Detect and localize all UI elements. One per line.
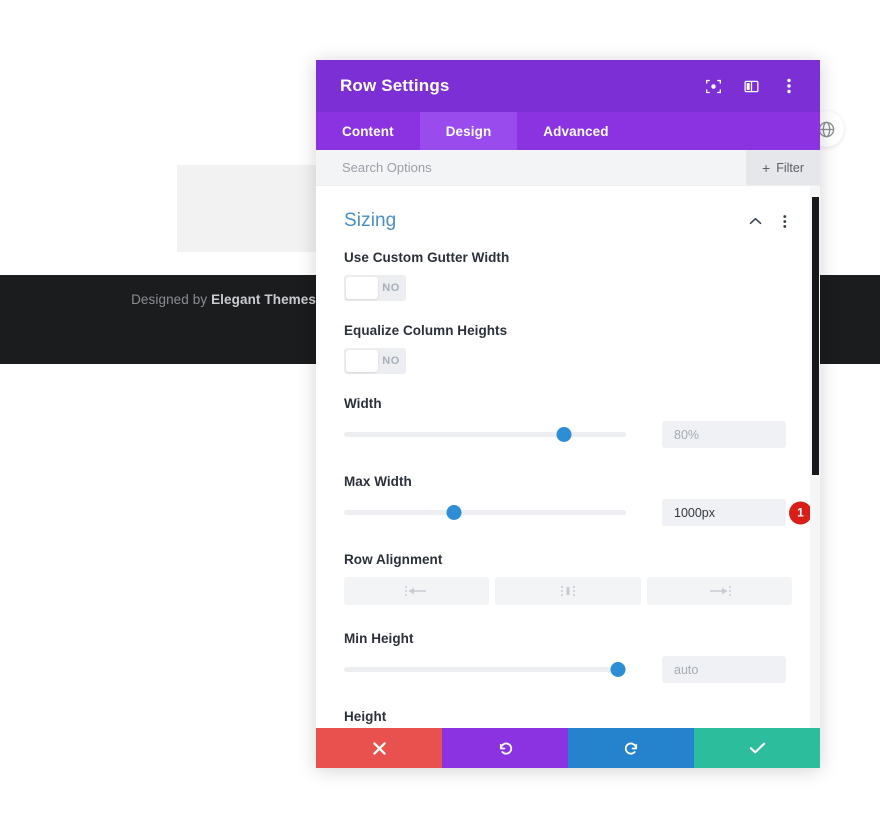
modal-tabs: Content Design Advanced bbox=[316, 112, 820, 150]
field-label: Row Alignment bbox=[344, 552, 443, 567]
page-footer-credit-brand: Elegant Themes bbox=[211, 292, 316, 307]
page-footer-credit-prefix: Designed by bbox=[131, 292, 212, 307]
section-kebab-menu-icon[interactable] bbox=[778, 214, 792, 228]
close-x-icon bbox=[372, 741, 386, 755]
undo-icon bbox=[499, 742, 512, 755]
field-label: Equalize Column Heights bbox=[344, 323, 508, 338]
field-label: Min Height bbox=[344, 631, 414, 646]
slider-track bbox=[344, 510, 626, 515]
scrollbar-thumb[interactable] bbox=[812, 197, 819, 475]
toggle-state-label: NO bbox=[382, 355, 400, 367]
field-equalize-column-heights: Equalize Column Heights NO bbox=[344, 323, 792, 374]
modal-title: Row Settings bbox=[340, 76, 450, 95]
checkmark-icon bbox=[749, 742, 765, 754]
modal-footer bbox=[316, 728, 820, 768]
toggle-use-custom-gutter-width[interactable]: NO bbox=[344, 275, 406, 301]
scrollbar-track[interactable] bbox=[810, 186, 820, 728]
save-button[interactable] bbox=[694, 728, 820, 768]
align-right-icon bbox=[710, 586, 732, 596]
field-label: Use Custom Gutter Width bbox=[344, 250, 510, 265]
max-width-slider[interactable] bbox=[344, 502, 626, 524]
tab-content[interactable]: Content bbox=[316, 112, 420, 150]
page-footer-credit: Designed by Elegant Themes bbox=[131, 292, 316, 307]
tab-design[interactable]: Design bbox=[419, 112, 518, 150]
align-center-button[interactable] bbox=[495, 577, 641, 605]
section-controls bbox=[748, 214, 792, 228]
status-badge: 1 bbox=[789, 501, 812, 524]
max-width-value: 1000px bbox=[674, 505, 716, 520]
filter-button[interactable]: + Filter bbox=[746, 150, 820, 185]
max-width-value-field[interactable]: 1000px 1 bbox=[662, 499, 812, 526]
filter-button-label: Filter bbox=[776, 160, 804, 175]
field-row-alignment: Row Alignment bbox=[344, 552, 792, 605]
toggle-knob bbox=[346, 350, 378, 372]
search-input[interactable] bbox=[316, 150, 746, 185]
modal-header-actions bbox=[704, 77, 798, 95]
tab-advanced[interactable]: Advanced bbox=[517, 112, 634, 150]
align-left-icon bbox=[404, 586, 426, 596]
field-label: Max Width bbox=[344, 474, 412, 489]
focus-target-icon[interactable] bbox=[704, 77, 722, 95]
align-left-button[interactable] bbox=[344, 577, 490, 605]
slider-track bbox=[344, 432, 626, 437]
field-max-width: Max Width 1000px 1 bbox=[344, 474, 812, 526]
slider-row: auto bbox=[344, 656, 792, 683]
plus-icon: + bbox=[762, 159, 771, 176]
field-label: Width bbox=[344, 396, 382, 411]
slider-row: 80% bbox=[344, 421, 792, 448]
search-bar: + Filter bbox=[316, 150, 820, 186]
align-right-button[interactable] bbox=[646, 577, 792, 605]
modal-header: Row Settings bbox=[316, 60, 820, 112]
redo-button[interactable] bbox=[568, 728, 694, 768]
row-settings-modal: Row Settings Content Design Advanced Sea… bbox=[316, 60, 820, 768]
section-title: Sizing bbox=[344, 210, 397, 231]
min-height-slider[interactable] bbox=[344, 659, 626, 681]
min-height-value: auto bbox=[674, 662, 699, 677]
field-use-custom-gutter-width: Use Custom Gutter Width NO bbox=[344, 250, 792, 301]
slider-track bbox=[344, 667, 626, 672]
slider-thumb[interactable] bbox=[610, 662, 626, 677]
redo-icon bbox=[624, 742, 637, 755]
row-alignment-group bbox=[344, 577, 792, 605]
field-label: Height bbox=[344, 709, 387, 724]
width-slider[interactable] bbox=[344, 424, 626, 446]
toggle-equalize-column-heights[interactable]: NO bbox=[344, 348, 406, 374]
field-width: Width 80% bbox=[344, 396, 792, 448]
sizing-section-header: Sizing bbox=[344, 186, 792, 250]
modal-body: Sizing Use Custom Gutter Width NO Equali… bbox=[316, 186, 820, 728]
slider-thumb[interactable] bbox=[446, 505, 462, 520]
screen-root: Designed by Elegant Themes Row Settings bbox=[0, 0, 880, 824]
kebab-menu-icon[interactable] bbox=[780, 77, 798, 95]
layout-columns-icon[interactable] bbox=[742, 77, 760, 95]
toggle-state-label: NO bbox=[382, 282, 400, 294]
align-center-icon bbox=[561, 586, 575, 596]
chevron-up-icon[interactable] bbox=[748, 214, 762, 228]
cancel-button[interactable] bbox=[316, 728, 442, 768]
slider-row: 1000px 1 bbox=[344, 499, 812, 526]
width-value: 80% bbox=[674, 427, 700, 442]
slider-thumb[interactable] bbox=[556, 427, 572, 442]
field-height: Height auto bbox=[344, 709, 792, 728]
width-value-field[interactable]: 80% bbox=[662, 421, 786, 448]
field-min-height: Min Height auto bbox=[344, 631, 792, 683]
toggle-knob bbox=[346, 277, 378, 299]
min-height-value-field[interactable]: auto bbox=[662, 656, 786, 683]
undo-button[interactable] bbox=[442, 728, 568, 768]
